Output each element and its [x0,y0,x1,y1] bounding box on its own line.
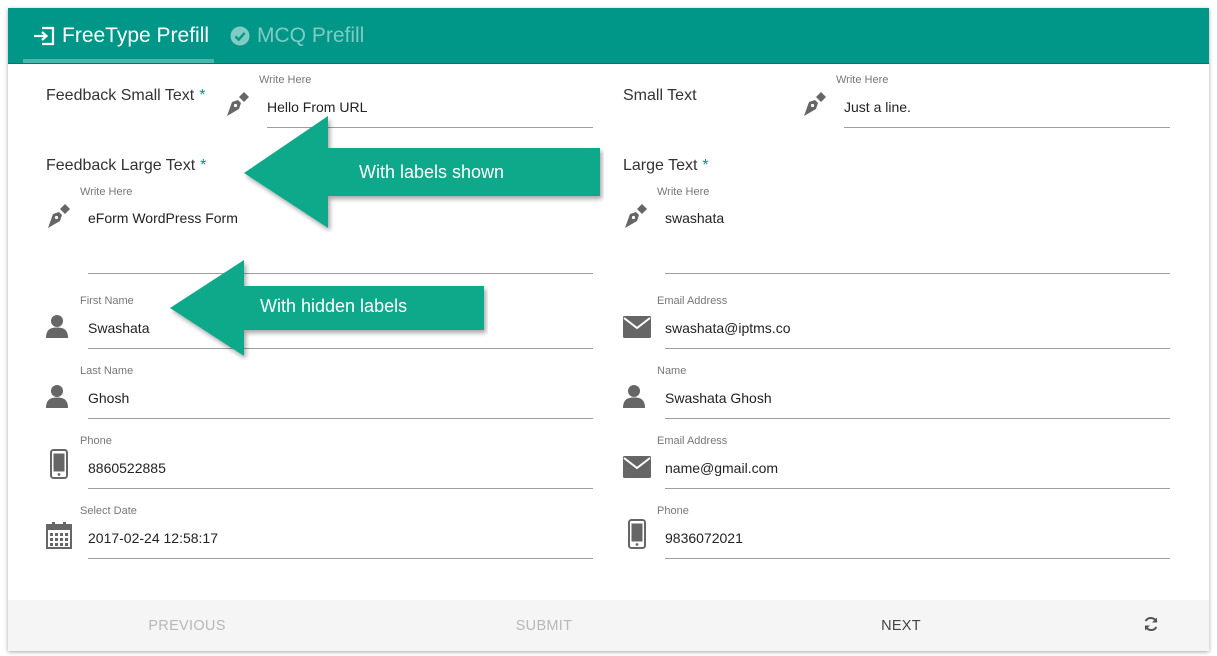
form-footer: PREVIOUS SUBMIT NEXT [8,600,1209,651]
first-name-label: First Name [80,295,134,307]
mobile-phone-icon [48,448,70,480]
last-name-input[interactable]: Ghosh [88,390,129,406]
small-text-field-label: Write Here [836,74,889,86]
name-input[interactable]: Swashata Ghosh [665,390,772,406]
next-button[interactable]: NEXT [822,600,980,651]
first-name-input[interactable]: Swashata [88,320,149,336]
tab-mcq-prefill[interactable]: MCQ Prefill [230,8,364,64]
feedback-large-text-title: Feedback Large Text * [46,157,206,175]
required-mark: * [702,157,709,174]
last-name-label: Last Name [80,365,134,377]
input-underline [88,558,593,559]
small-text-field-label: Write Here [259,74,312,86]
input-underline [665,418,1170,419]
field-title: Feedback Large Text [46,157,196,174]
callout-text: With hidden labels [260,296,408,316]
required-mark: * [199,87,206,104]
input-underline [665,273,1170,274]
phone-input[interactable]: 8860522885 [88,460,166,476]
email-input[interactable]: swashata@iptms.co [665,320,790,336]
reset-button[interactable] [1134,600,1168,651]
submit-button[interactable]: SUBMIT [465,600,623,651]
tab-label: MCQ Prefill [257,24,365,47]
callout-text: With labels shown [359,162,505,182]
pen-icon [44,200,74,230]
pen-icon [621,200,651,230]
field-title: Large Text [623,157,698,174]
required-mark: * [200,157,207,174]
tab-bar: FreeType Prefill MCQ Prefill [8,8,1209,64]
tab-freetype-prefill[interactable]: FreeType Prefill [33,8,209,64]
mobile-phone-icon [626,518,648,550]
name-label: Name [657,365,687,377]
large-text-field-label: Write Here [80,186,133,198]
envelope-icon [622,315,652,339]
large-text-field-label: Write Here [657,186,710,198]
field-title: Feedback Small Text [46,87,195,104]
phone-label: Phone [80,435,112,447]
active-tab-indicator [23,59,214,63]
date-input[interactable]: 2017-02-24 12:58:17 [88,530,218,546]
input-underline [665,558,1170,559]
refresh-icon [1143,616,1159,636]
input-underline [665,488,1170,489]
phone-input[interactable]: 9836072021 [665,530,743,546]
email-label: Email Address [657,295,728,307]
input-underline [88,418,593,419]
email-label: Email Address [657,435,728,447]
email-input[interactable]: name@gmail.com [665,460,778,476]
phone-label: Phone [657,505,689,517]
previous-button[interactable]: PREVIOUS [108,600,266,651]
callout-hidden-labels: With hidden labels [166,256,488,360]
field-title: Small Text [623,87,697,104]
user-icon [44,383,70,409]
sign-in-icon [33,26,55,46]
pen-icon [800,88,830,118]
envelope-icon [622,455,652,479]
callout-labels-shown: With labels shown [238,112,604,232]
feedback-small-text-title: Feedback Small Text * [46,87,205,105]
small-text-input[interactable]: Just a line. [844,99,911,115]
select-date-label: Select Date [80,505,137,517]
input-underline [88,488,593,489]
check-circle-icon [230,26,250,46]
calendar-icon[interactable] [45,520,73,550]
feedback-large-text-textarea[interactable]: eForm WordPress Form [88,210,238,226]
input-underline [665,348,1170,349]
user-icon [44,313,70,339]
large-text-textarea[interactable]: swashata [665,210,724,226]
large-text-title: Large Text * [623,157,709,175]
tab-label: FreeType Prefill [62,24,210,47]
input-underline [844,127,1170,128]
small-text-title: Small Text [623,87,697,105]
user-icon [621,383,647,409]
